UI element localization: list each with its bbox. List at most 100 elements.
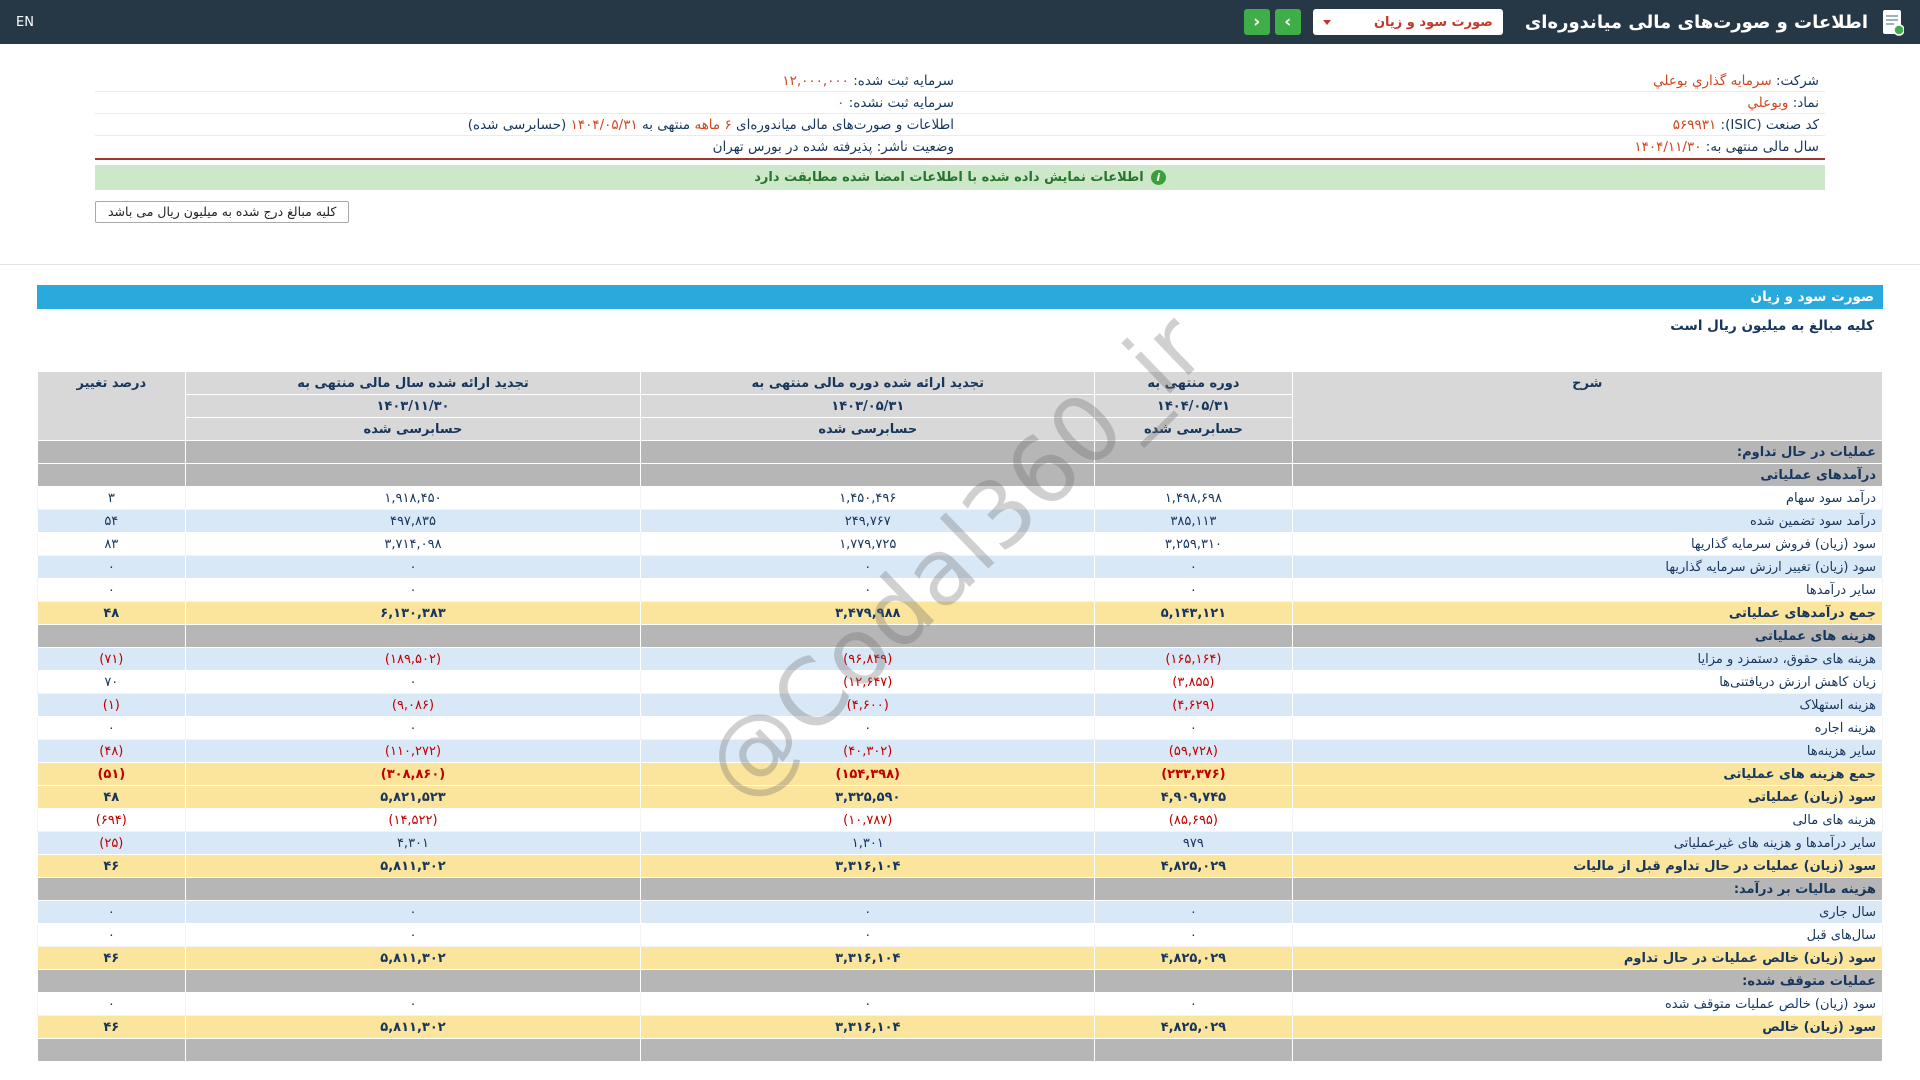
row-value: ۰ (1095, 579, 1292, 602)
row-label: هزینه های مالی (1292, 809, 1882, 832)
row-value: ۰ (641, 579, 1095, 602)
table-row: هزینه های حقوق، دستمزد و مزایا(۱۶۵,۱۶۴)(… (38, 648, 1883, 671)
row-value: (۵۹,۷۲۸) (1095, 740, 1292, 763)
row-value: (۲۳۳,۳۷۶) (1095, 763, 1292, 786)
table-row: سود (زیان) عملیات در حال تداوم قبل از ما… (38, 855, 1883, 878)
row-value: ۴,۸۲۵,۰۲۹ (1095, 947, 1292, 970)
report-period-audited: (حسابرسی شده) (468, 117, 567, 133)
col-header-description: شرح (1292, 372, 1882, 441)
publisher-status-field: وضعیت ناشر: پذيرفته شده در بورس تهران (95, 139, 960, 155)
company-label: شرکت: (1776, 73, 1819, 89)
section-row (38, 1039, 1883, 1062)
row-value: ۰ (1095, 993, 1292, 1016)
row-value: (۳,۸۵۵) (1095, 671, 1292, 694)
row-value (1095, 878, 1292, 901)
report-period-length: ۶ ماهه (694, 117, 731, 133)
top-bar: اطلاعات و صورت‌های مالی میاندوره‌ای صورت… (0, 0, 1920, 44)
row-value (38, 878, 186, 901)
amount-unit-note: کلیه مبالغ درج شده به میلیون ریال می باش… (95, 201, 349, 223)
unregistered-capital-field: سرمایه ثبت نشده: ۰ (95, 95, 960, 111)
table-row: سود (زیان) خالص عملیات در حال تداوم۴,۸۲۵… (38, 947, 1883, 970)
row-value (1095, 970, 1292, 993)
table-row: سال‌های قبل۰۰۰۰ (38, 924, 1883, 947)
row-value (185, 878, 641, 901)
prev-report-button[interactable]: ‹ (1244, 9, 1270, 35)
row-value (641, 464, 1095, 487)
top-bar-right-group: اطلاعات و صورت‌های مالی میاندوره‌ای صورت… (1244, 8, 1904, 36)
row-value (185, 625, 641, 648)
row-label: هزینه مالیات بر درآمد: (1292, 878, 1882, 901)
row-value: ۵,۸۱۱,۳۰۲ (185, 947, 641, 970)
row-value: ۴۹۷,۸۳۵ (185, 510, 641, 533)
row-label: درآمدهای عملیاتی (1292, 464, 1882, 487)
banner-text: اطلاعات نمایش داده شده با اطلاعات امضا ش… (754, 170, 1144, 185)
language-toggle[interactable]: EN (16, 15, 34, 30)
row-value: ۰ (38, 579, 186, 602)
section-row: درآمدهای عملیاتی (38, 464, 1883, 487)
row-label: سایر درآمدها و هزینه های غیرعملیاتی (1292, 832, 1882, 855)
row-value: ۴,۹۰۹,۷۴۵ (1095, 786, 1292, 809)
col-header-restated-period: تجدید ارائه شده دوره مالی منتهی به (641, 372, 1095, 395)
row-value (641, 878, 1095, 901)
row-value (185, 441, 641, 464)
table-row: سود (زیان) تغییر ارزش سرمایه گذاریها۰۰۰۰ (38, 556, 1883, 579)
symbol-label: نماد: (1793, 95, 1819, 111)
row-value: ۰ (641, 717, 1095, 740)
table-row: سود (زیان) خالص۴,۸۲۵,۰۲۹۳,۳۱۶,۱۰۴۵,۸۱۱,۳… (38, 1016, 1883, 1039)
table-row: هزینه های مالی(۸۵,۶۹۵)(۱۰,۷۸۷)(۱۴,۵۲۲)(۶… (38, 809, 1883, 832)
row-label: زیان کاهش ارزش دریافتنی‌ها (1292, 671, 1882, 694)
row-value: (۷۱) (38, 648, 186, 671)
row-value: ۴۶ (38, 1016, 186, 1039)
row-label: جمع درآمدهای عملیاتی (1292, 602, 1882, 625)
row-label: سایر هزینه‌ها (1292, 740, 1882, 763)
row-label: عملیات متوقف شده: (1292, 970, 1882, 993)
row-value: ۰ (641, 924, 1095, 947)
isic-label: کد صنعت (ISIC): (1721, 117, 1819, 133)
row-label: درآمد سود سهام (1292, 487, 1882, 510)
row-label: سال جاری (1292, 901, 1882, 924)
table-row: هزینه استهلاک(۴,۶۲۹)(۴,۶۰۰)(۹,۰۸۶)(۱) (38, 694, 1883, 717)
row-value: ۳۸۵,۱۱۳ (1095, 510, 1292, 533)
row-value: ۰ (185, 717, 641, 740)
table-row: جمع هزینه های عملیاتی(۲۳۳,۳۷۶)(۱۵۴,۳۹۸)(… (38, 763, 1883, 786)
table-row: سایر هزینه‌ها(۵۹,۷۲۸)(۴۰,۳۰۲)(۱۱۰,۲۷۲)(۴… (38, 740, 1883, 763)
row-value: ۰ (1095, 556, 1292, 579)
registered-capital-value: ۱۲,۰۰۰,۰۰۰ (782, 73, 849, 89)
row-value: (۹,۰۸۶) (185, 694, 641, 717)
report-type-dropdown[interactable]: صورت سود و زیان (1313, 9, 1503, 35)
row-value (38, 970, 186, 993)
section-divider (0, 264, 1920, 265)
row-value: ۹۷۹ (1095, 832, 1292, 855)
symbol-field: نماد: وبوعلي (960, 95, 1825, 111)
row-label: هزینه های حقوق، دستمزد و مزایا (1292, 648, 1882, 671)
table-row: سایر درآمدها و هزینه های غیرعملیاتی۹۷۹۱,… (38, 832, 1883, 855)
row-value: (۴,۶۰۰) (641, 694, 1095, 717)
info-row: سال مالی منتهی به: ۱۴۰۴/۱۱/۳۰ وضعیت ناشر… (95, 136, 1825, 158)
table-row: هزینه اجاره۰۰۰۰ (38, 717, 1883, 740)
income-statement-body: عملیات در حال تداوم:درآمدهای عملیاتیدرآم… (38, 441, 1883, 1062)
report-period-date: ۱۴۰۴/۰۵/۳۱ (571, 117, 638, 133)
report-icon (1880, 8, 1904, 36)
fiscal-year-value: ۱۴۰۴/۱۱/۳۰ (1634, 139, 1701, 155)
registered-capital-field: سرمایه ثبت شده: ۱۲,۰۰۰,۰۰۰ (95, 73, 960, 89)
row-value: (۴۰,۳۰۲) (641, 740, 1095, 763)
row-label: سود (زیان) تغییر ارزش سرمایه گذاریها (1292, 556, 1882, 579)
report-nav-buttons: › ‹ (1244, 9, 1301, 35)
row-value: ۰ (38, 717, 186, 740)
table-header: شرح دوره منتهی به تجدید ارائه شده دوره م… (38, 372, 1883, 441)
next-report-button[interactable]: › (1275, 9, 1301, 35)
row-value (641, 1039, 1095, 1062)
company-info-section: شرکت: سرمايه گذاري بوعلي سرمایه ثبت شده:… (95, 70, 1825, 160)
statement-title-bar: صورت سود و زیان (37, 285, 1883, 309)
col-header-restated-year-audited: حسابرسی شده (185, 418, 641, 441)
row-value (1095, 464, 1292, 487)
info-row: نماد: وبوعلي سرمایه ثبت نشده: ۰ (95, 92, 1825, 114)
page: { "colors": { "header_dark": "#263746", … (0, 0, 1920, 1080)
row-value (1095, 625, 1292, 648)
table-row: درآمد سود تضمین شده۳۸۵,۱۱۳۲۴۹,۷۶۷۴۹۷,۸۳۵… (38, 510, 1883, 533)
row-value: ۰ (185, 924, 641, 947)
row-label: هزینه استهلاک (1292, 694, 1882, 717)
row-label: سود (زیان) خالص (1292, 1016, 1882, 1039)
row-value: ۰ (38, 556, 186, 579)
registered-capital-label: سرمایه ثبت شده: (853, 73, 954, 89)
